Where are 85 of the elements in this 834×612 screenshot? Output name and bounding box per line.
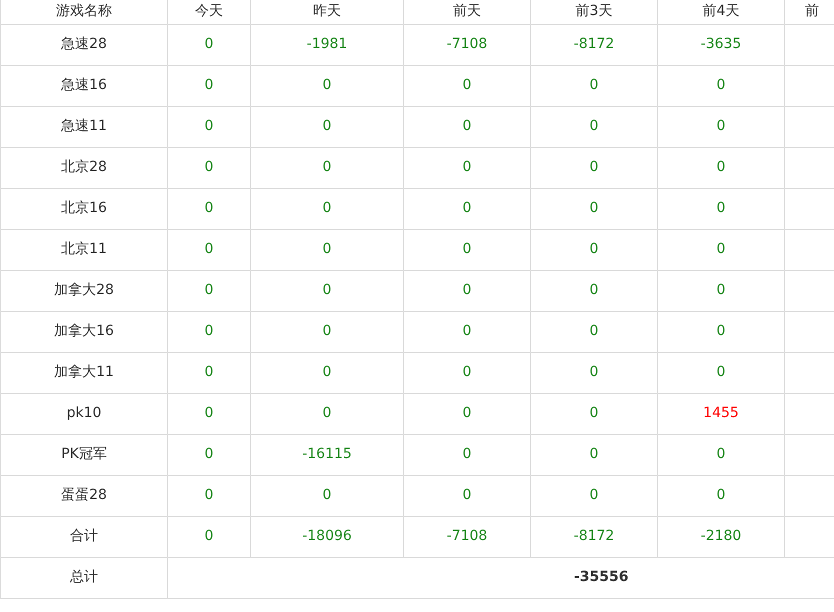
table-cell: 0 — [168, 434, 250, 475]
table-cell: 合计 — [0, 516, 168, 557]
table-cell: 0 — [658, 352, 784, 393]
table-cell: 0 — [530, 270, 658, 311]
table-cell: 0 — [168, 188, 250, 229]
table-cell: 0 — [168, 65, 250, 106]
table-cell: -7108 — [404, 516, 530, 557]
table-cell: PK冠军 — [0, 434, 168, 475]
table-cell: 0 — [250, 65, 404, 106]
table-cell: 0 — [530, 352, 658, 393]
table-cell: 0 — [658, 434, 784, 475]
table-cell: 蛋蛋28 — [0, 475, 168, 516]
table-cell: 0 — [404, 229, 530, 270]
table-cell: 0 — [404, 106, 530, 147]
table-cell: 0 — [250, 393, 404, 434]
table-cell: 0 — [404, 434, 530, 475]
table-cell: 0 — [250, 229, 404, 270]
table-cell: -16115 — [250, 434, 404, 475]
table-cell: 0 — [404, 475, 530, 516]
table-cell: 加拿大16 — [0, 311, 168, 352]
table-cell: 0 — [168, 147, 250, 188]
table-cell: 0 — [250, 352, 404, 393]
table-cell: 总计 — [0, 557, 168, 598]
column-header: 前天 — [404, 0, 530, 24]
column-header: 前4天 — [658, 0, 784, 24]
table-cell: 0 — [168, 229, 250, 270]
column-header: 前3天 — [530, 0, 658, 24]
table-cell: -2180 — [658, 516, 784, 557]
table-cell: 急速16 — [0, 65, 168, 106]
table-cell: 0 — [168, 475, 250, 516]
table-cell: 0 — [404, 311, 530, 352]
column-header: 今天 — [168, 0, 250, 24]
table-cell: 急速11 — [0, 106, 168, 147]
table-cell: 0 — [530, 65, 658, 106]
table-cell: 0 — [404, 188, 530, 229]
table-cell: 0 — [658, 270, 784, 311]
table-cell: -18096 — [250, 516, 404, 557]
table-cell: 0 — [168, 352, 250, 393]
table-cell: 0 — [658, 188, 784, 229]
table-cell: 0 — [250, 188, 404, 229]
table-cell: -8172 — [530, 24, 658, 65]
table-cell: 0 — [168, 311, 250, 352]
table-cell: 0 — [404, 352, 530, 393]
table-cell: 北京28 — [0, 147, 168, 188]
table-cell: 0 — [168, 270, 250, 311]
table-cell: 0 — [530, 188, 658, 229]
table-cell: -1981 — [250, 24, 404, 65]
table-cell: 0 — [658, 147, 784, 188]
table-cell: 0 — [168, 24, 250, 65]
table-cell: 0 — [530, 311, 658, 352]
table-cell: 0 — [530, 393, 658, 434]
table-cell: 急速28 — [0, 24, 168, 65]
table-cell: 0 — [168, 106, 250, 147]
table-cell: 0 — [168, 393, 250, 434]
column-header: 昨天 — [250, 0, 404, 24]
table-cell: -8172 — [530, 516, 658, 557]
table-cell: 0 — [530, 434, 658, 475]
table-cell: 0 — [250, 475, 404, 516]
table-cell: 0 — [404, 270, 530, 311]
table-cell: 0 — [530, 475, 658, 516]
table-cell: 0 — [530, 106, 658, 147]
table-cell: 0 — [404, 147, 530, 188]
table-cell: pk10 — [0, 393, 168, 434]
table-cell: 0 — [168, 516, 250, 557]
table-cell: 加拿大28 — [0, 270, 168, 311]
table-cell: 加拿大11 — [0, 352, 168, 393]
table-cell: 0 — [658, 475, 784, 516]
table-cell: 0 — [530, 229, 658, 270]
table-cell: 0 — [530, 147, 658, 188]
table-cell: 0 — [658, 65, 784, 106]
table-cell: 0 — [658, 229, 784, 270]
table-cell: 北京11 — [0, 229, 168, 270]
table-cell: 0 — [658, 311, 784, 352]
table-cell: -3635 — [658, 24, 784, 65]
table-cell: 0 — [404, 65, 530, 106]
table-cell: -7108 — [404, 24, 530, 65]
column-header: 游戏名称 — [0, 0, 168, 24]
table-cell: 0 — [404, 393, 530, 434]
table-cell: 0 — [250, 270, 404, 311]
table-cell: 0 — [250, 311, 404, 352]
table-cell: 0 — [658, 106, 784, 147]
table-cell: 北京16 — [0, 188, 168, 229]
table-cell: 0 — [250, 147, 404, 188]
table-cell: 0 — [250, 106, 404, 147]
table-cell: 1455 — [658, 393, 784, 434]
